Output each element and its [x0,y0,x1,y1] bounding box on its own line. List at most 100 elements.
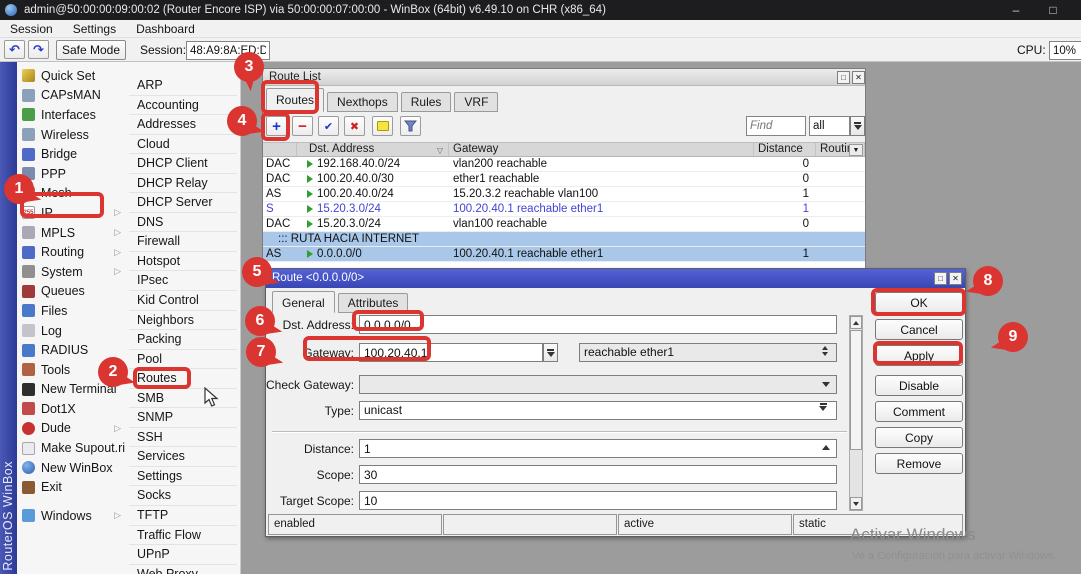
ip-submenu-item-dns[interactable]: DNS [129,213,237,233]
column-select-icon[interactable]: ▼ [849,144,863,156]
undo-icon[interactable]: ↶ [4,40,25,59]
copy-button[interactable]: Copy [875,427,963,448]
find-input[interactable] [746,116,806,136]
dst-address-input[interactable] [359,315,837,334]
ip-submenu-item-accounting[interactable]: Accounting [129,96,237,116]
dialog-maximize-icon[interactable]: □ [934,272,947,285]
comment-button[interactable]: Comment [875,401,963,422]
route-row[interactable]: AS100.20.40.0/2415.20.3.2 reachable vlan… [263,187,865,202]
ip-submenu-item-smb[interactable]: SMB [129,389,237,409]
ip-submenu-item-web-proxy[interactable]: Web Proxy [129,565,237,574]
sidebar-item-wireless[interactable]: Wireless [17,125,125,145]
menu-session[interactable]: Session [0,22,63,36]
cancel-button[interactable]: Cancel [875,319,963,340]
ip-submenu-item-addresses[interactable]: Addresses [129,115,237,135]
enable-route-button[interactable]: ✔ [318,116,339,136]
sidebar-item-windows[interactable]: Windows▷ [17,506,125,526]
column-header-routin[interactable]: Routin▼ [816,143,865,156]
target-scope-input[interactable] [359,491,837,510]
check-gateway-dropdown-icon[interactable] [822,382,830,387]
ip-submenu-item-arp[interactable]: ARP [129,76,237,96]
route-row[interactable]: DAC192.168.40.0/24vlan200 reachable0 [263,157,865,172]
remove-route-button[interactable]: − [292,116,313,136]
disable-button[interactable]: Disable [875,375,963,396]
ip-submenu-item-cloud[interactable]: Cloud [129,135,237,155]
route-list-titlebar[interactable]: Route List [263,69,865,86]
filter-scope-dropdown-icon[interactable] [850,116,865,136]
column-header-distance[interactable]: Distance [754,143,816,156]
scroll-up-icon[interactable] [850,316,862,329]
sidebar-item-log[interactable]: Log [17,321,125,341]
ip-submenu-item-dhcp-client[interactable]: DHCP Client [129,154,237,174]
tab-rules[interactable]: Rules [401,92,452,112]
maximize-button[interactable]: □ [1040,0,1066,20]
ip-submenu-item-upnp[interactable]: UPnP [129,545,237,565]
sidebar-item-dude[interactable]: Dude▷ [17,419,125,439]
ip-submenu-item-services[interactable]: Services [129,447,237,467]
check-gateway-select[interactable] [359,375,837,394]
ip-submenu-item-snmp[interactable]: SNMP [129,408,237,428]
column-header-dst-address[interactable]: Dst. Address▽ [297,143,449,156]
sidebar-item-new-winbox[interactable]: New WinBox [17,458,125,478]
ip-submenu-item-tftp[interactable]: TFTP [129,506,237,526]
tab-vrf[interactable]: VRF [454,92,498,112]
sidebar-item-ppp[interactable]: PPP [17,164,125,184]
scrollbar-thumb[interactable] [850,330,862,450]
route-dialog-titlebar[interactable]: Route <0.0.0.0/0> [266,269,965,288]
sidebar-item-exit[interactable]: Exit [17,477,125,497]
route-list-maximize-icon[interactable]: □ [837,71,850,84]
sort-icon[interactable]: ▽ [437,144,443,156]
route-row[interactable]: DAC100.20.40.0/30ether1 reachable0 [263,172,865,187]
sidebar-item-queues[interactable]: Queues [17,282,125,302]
comment-route-button[interactable] [372,116,393,136]
filter-scope-select[interactable]: all [809,116,850,136]
gateway-dropdown-icon[interactable] [543,343,558,362]
sidebar-item-interfaces[interactable]: Interfaces [17,105,125,125]
sidebar-item-files[interactable]: Files [17,301,125,321]
sidebar-item-dot1x[interactable]: Dot1X [17,399,125,419]
route-row[interactable]: AS0.0.0.0/0100.20.40.1 reachable ether11 [263,247,865,262]
ip-submenu-item-ssh[interactable]: SSH [129,428,237,448]
filter-button[interactable] [400,116,421,136]
minimize-button[interactable]: – [1003,0,1029,20]
type-select[interactable]: unicast [359,401,837,420]
ip-submenu-item-traffic-flow[interactable]: Traffic Flow [129,526,237,546]
distance-up-icon[interactable] [822,445,830,450]
ip-submenu-item-dhcp-relay[interactable]: DHCP Relay [129,174,237,194]
sidebar-item-make-supout-rif[interactable]: Make Supout.rif [17,438,125,458]
ip-submenu-item-settings[interactable]: Settings [129,467,237,487]
safe-mode-button[interactable]: Safe Mode [56,40,126,60]
column-header-flags[interactable] [263,143,297,156]
route-row[interactable]: DAC15.20.3.0/24vlan100 reachable0 [263,217,865,232]
scope-input[interactable] [359,465,837,484]
ip-submenu-item-socks[interactable]: Socks [129,486,237,506]
sidebar-item-capsman[interactable]: CAPsMAN [17,86,125,106]
ip-submenu-item-ipsec[interactable]: IPsec [129,271,237,291]
ip-submenu-item-hotspot[interactable]: Hotspot [129,252,237,272]
column-header-gateway[interactable]: Gateway [449,143,754,156]
ip-submenu-item-packing[interactable]: Packing [129,330,237,350]
dialog-close-icon[interactable]: ✕ [949,272,962,285]
route-comment-row[interactable]: ::: RUTA HACIA INTERNET [263,232,865,247]
ip-submenu-item-kid-control[interactable]: Kid Control [129,291,237,311]
ip-submenu-item-firewall[interactable]: Firewall [129,232,237,252]
sidebar-item-mpls[interactable]: MPLS▷ [17,223,125,243]
disable-route-button[interactable]: ✖ [344,116,365,136]
route-list-close-icon[interactable]: ✕ [852,71,865,84]
dialog-scrollbar[interactable] [849,315,863,511]
sidebar-item-bridge[interactable]: Bridge [17,144,125,164]
ip-submenu-item-neighbors[interactable]: Neighbors [129,311,237,331]
menu-dashboard[interactable]: Dashboard [126,22,205,36]
sidebar-item-routing[interactable]: Routing▷ [17,242,125,262]
route-row[interactable]: S15.20.3.0/24100.20.40.1 reachable ether… [263,202,865,217]
distance-input[interactable] [359,439,837,458]
remove-button[interactable]: Remove [875,453,963,474]
ip-submenu-item-dhcp-server[interactable]: DHCP Server [129,193,237,213]
redo-icon[interactable]: ↷ [28,40,49,59]
tab-nexthops[interactable]: Nexthops [327,92,398,112]
sidebar-item-quick-set[interactable]: Quick Set [17,66,125,86]
scroll-down-icon[interactable] [850,497,862,510]
gateway-spinner[interactable] [822,346,828,356]
menu-settings[interactable]: Settings [63,22,126,36]
dialog-tab-general[interactable]: General [272,291,335,313]
